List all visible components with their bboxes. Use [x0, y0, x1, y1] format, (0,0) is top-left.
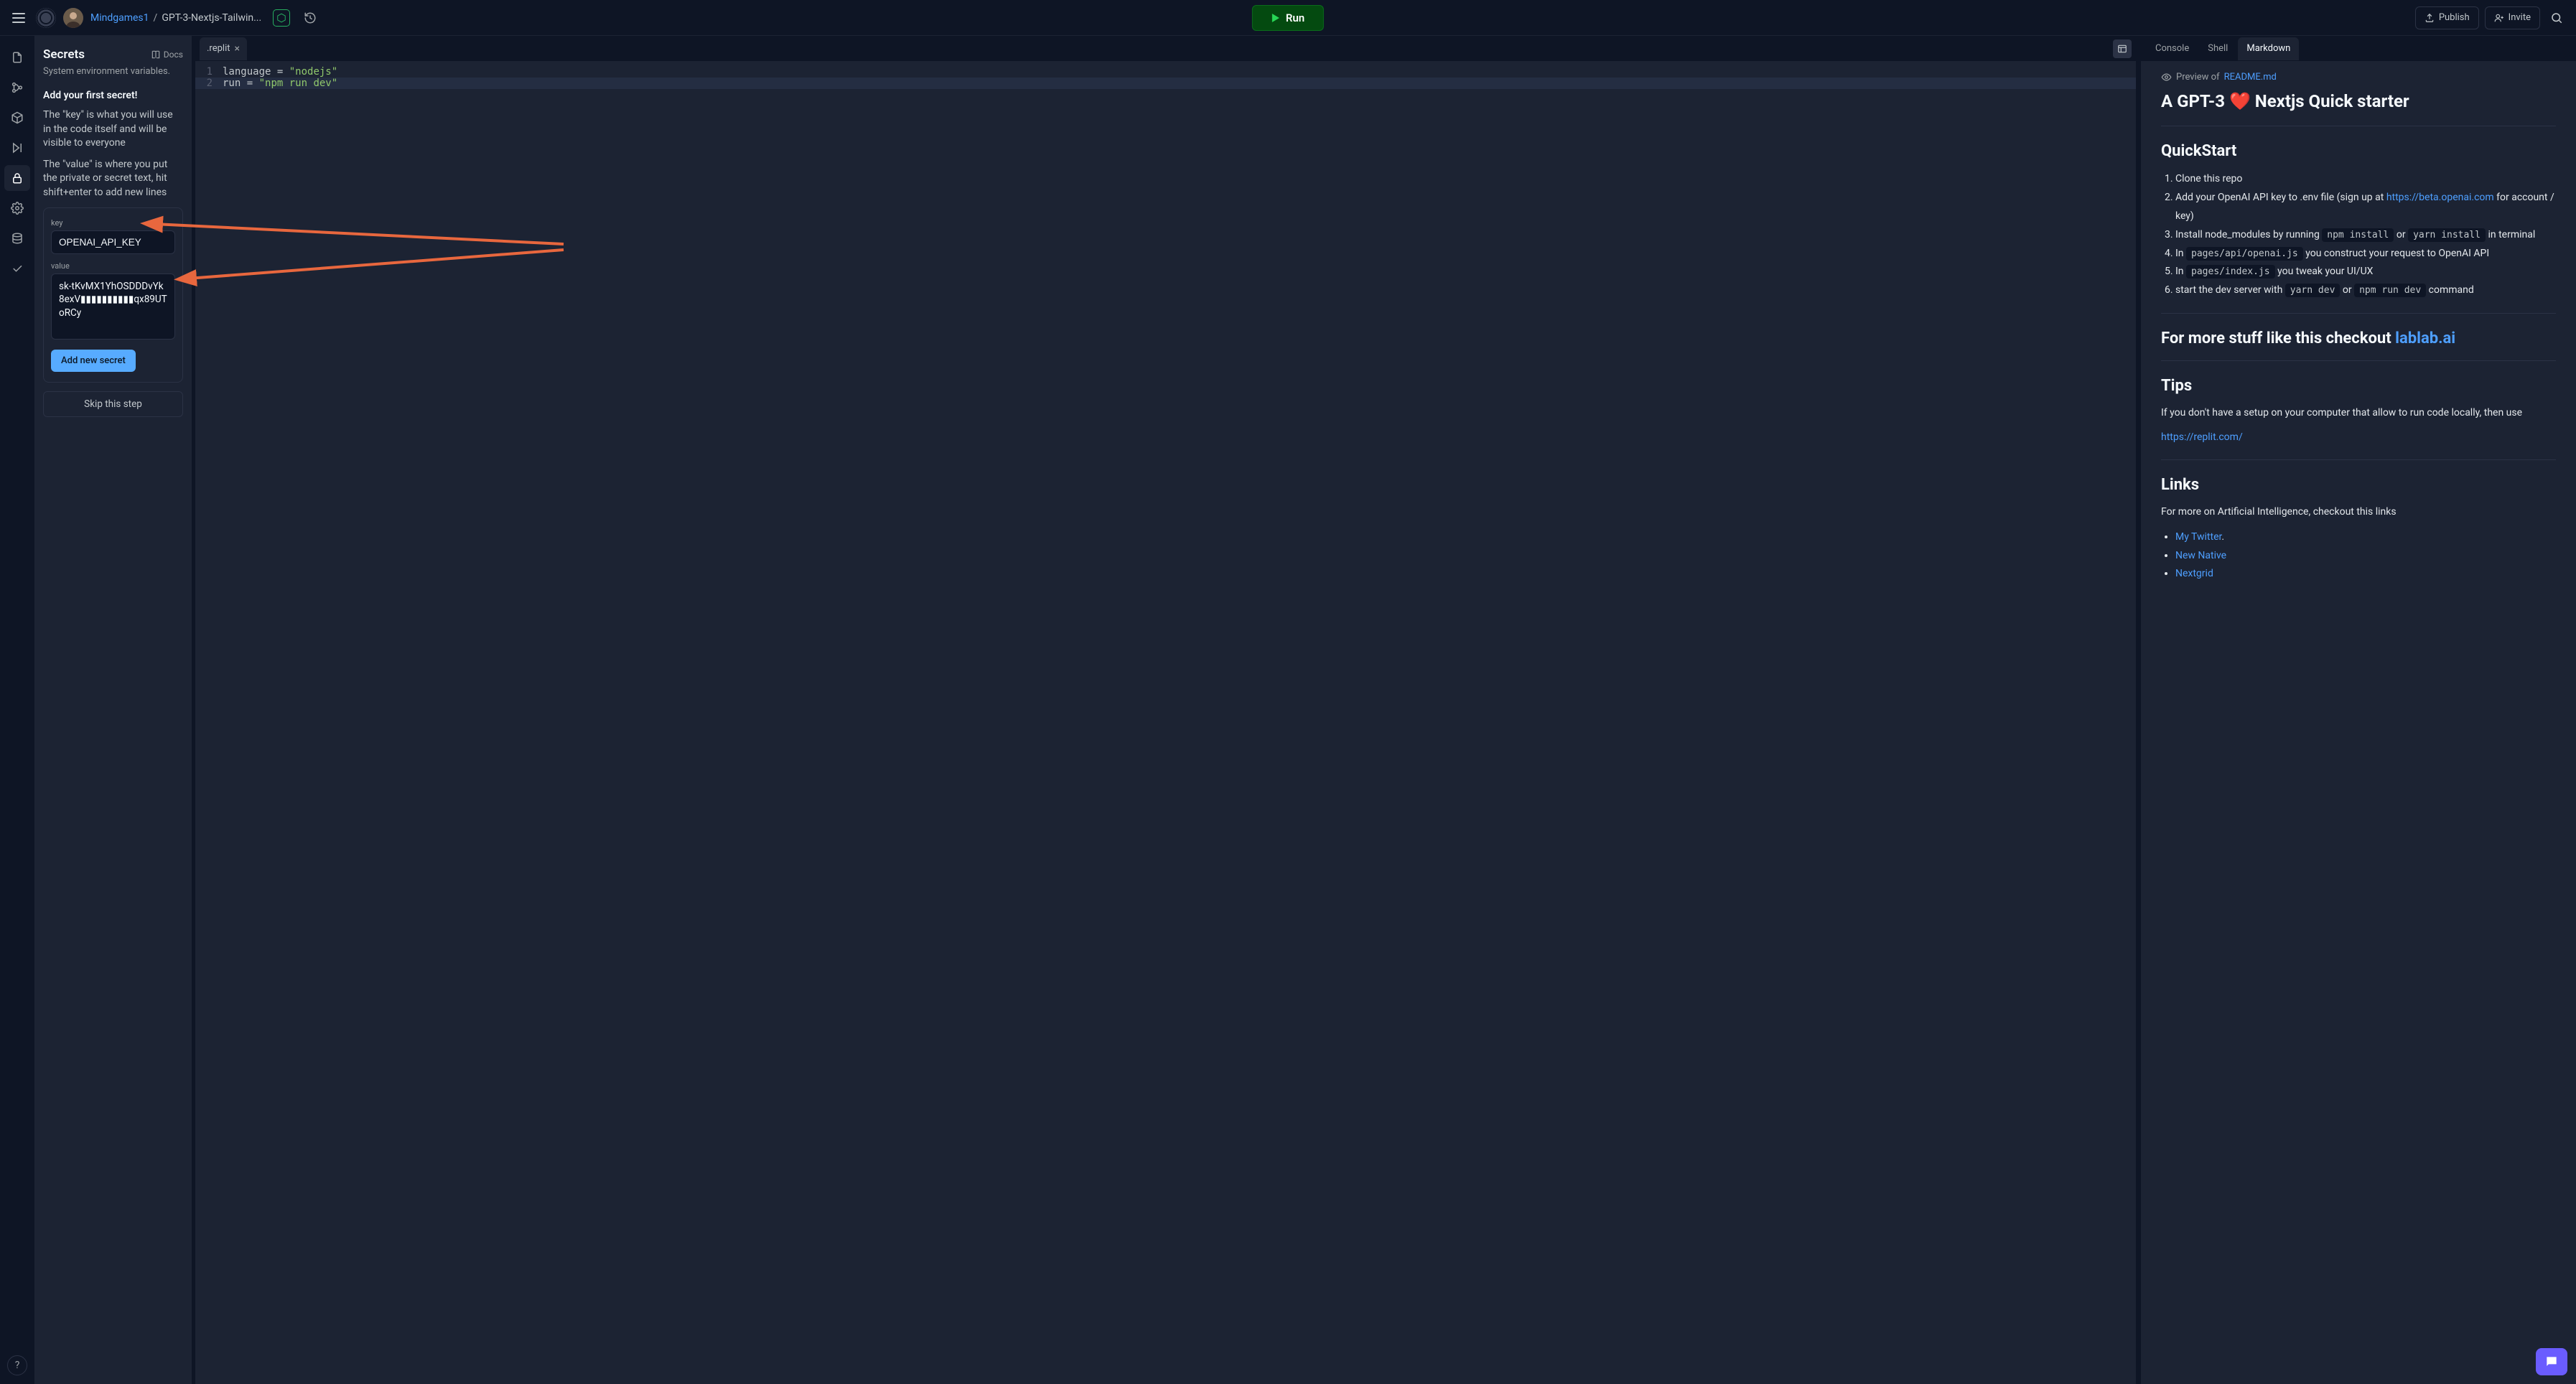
tab-shell[interactable]: Shell: [2199, 37, 2236, 60]
list-item: Add your OpenAI API key to .env file (si…: [2175, 189, 2556, 226]
quickstart-heading: QuickStart: [2161, 142, 2556, 160]
debugger-icon[interactable]: [4, 135, 30, 161]
tips-text: If you don't have a setup on your comput…: [2161, 405, 2556, 422]
database-icon[interactable]: [4, 225, 30, 251]
breadcrumb-user[interactable]: Mindgames1: [90, 12, 149, 24]
close-tab-icon[interactable]: ×: [234, 43, 239, 55]
twitter-link[interactable]: My Twitter: [2175, 531, 2221, 543]
list-item: start the dev server with yarn dev or np…: [2175, 281, 2556, 300]
preview-pane: Console Shell Markdown Preview of README…: [2141, 36, 2576, 1384]
editor-pane: .replit × 1language = "nodejs" 2run = "n…: [195, 36, 2137, 1384]
docs-link[interactable]: Docs: [151, 50, 183, 60]
run-button[interactable]: Run: [1252, 5, 1324, 31]
list-item: In pages/index.js you tweak your UI/UX: [2175, 263, 2556, 281]
secrets-subtitle: System environment variables.: [43, 66, 183, 77]
readme-link[interactable]: README.md: [2224, 72, 2277, 83]
avatar[interactable]: [63, 8, 83, 28]
hamburger-menu[interactable]: [9, 8, 29, 28]
tool-rail: ?: [0, 36, 34, 1384]
secrets-icon[interactable]: [4, 165, 30, 191]
settings-icon[interactable]: [4, 195, 30, 221]
value-input[interactable]: sk-tKvMX1YhOSDDDvYk8exV▮▮▮▮▮▮▮▮▮▮qx89UTo…: [51, 273, 175, 340]
header: Mindgames1 / GPT-3-Nextjs-Tailwin... Run…: [0, 0, 2576, 36]
more-heading: For more stuff like this checkout lablab…: [2161, 329, 2556, 347]
editor-tab-replit[interactable]: .replit ×: [200, 37, 247, 60]
tips-heading: Tips: [2161, 377, 2556, 395]
list-item: Nextgrid: [2175, 565, 2556, 584]
key-label: key: [51, 218, 175, 228]
replit-logo-icon[interactable]: [36, 8, 56, 28]
secrets-title: Secrets: [43, 47, 85, 62]
publish-button[interactable]: Publish: [2415, 6, 2479, 29]
markdown-preview: Preview of README.md A GPT-3 ❤️ Nextjs Q…: [2141, 62, 2576, 1384]
add-secret-button[interactable]: Add new secret: [51, 350, 136, 372]
check-icon[interactable]: [4, 256, 30, 281]
version-control-icon[interactable]: [4, 75, 30, 100]
page-title: A GPT-3 ❤️ Nextjs Quick starter: [2161, 91, 2556, 111]
tab-console[interactable]: Console: [2147, 37, 2198, 60]
eye-icon: [2161, 72, 2172, 83]
run-label: Run: [1286, 11, 1305, 24]
lablab-link[interactable]: lablab.ai: [2395, 329, 2455, 347]
breadcrumb-project[interactable]: GPT-3-Nextjs-Tailwin...: [162, 12, 261, 24]
secrets-heading: Add your first secret!: [43, 90, 183, 101]
value-label: value: [51, 261, 175, 271]
secrets-panel: Secrets Docs System environment variable…: [34, 36, 192, 1384]
preview-meta: Preview of README.md: [2161, 72, 2556, 83]
layout-toggle-icon[interactable]: [2113, 39, 2132, 58]
invite-button[interactable]: Invite: [2485, 6, 2540, 29]
list-item: My Twitter.: [2175, 528, 2556, 547]
list-item: Install node_modules by running npm inst…: [2175, 226, 2556, 245]
replit-link[interactable]: https://replit.com/: [2161, 431, 2243, 443]
search-icon: [2550, 11, 2563, 24]
breadcrumb: Mindgames1 / GPT-3-Nextjs-Tailwin...: [90, 12, 261, 24]
list-item: In pages/api/openai.js you construct you…: [2175, 245, 2556, 263]
upload-icon: [2425, 13, 2435, 23]
list-item: Clone this repo: [2175, 170, 2556, 189]
history-icon[interactable]: [300, 8, 320, 28]
skip-step-button[interactable]: Skip this step: [43, 391, 183, 417]
openai-link[interactable]: https://beta.openai.com: [2386, 192, 2494, 203]
files-icon[interactable]: [4, 45, 30, 70]
list-item: New Native: [2175, 547, 2556, 566]
user-plus-icon: [2494, 13, 2504, 23]
links-heading: Links: [2161, 476, 2556, 494]
nodejs-badge-icon[interactable]: [273, 9, 290, 27]
packages-icon[interactable]: [4, 105, 30, 131]
book-icon: [151, 50, 161, 60]
links-intro: For more on Artificial Intelligence, che…: [2161, 504, 2556, 521]
key-input[interactable]: [51, 230, 175, 254]
secret-form: key value sk-tKvMX1YhOSDDDvYk8exV▮▮▮▮▮▮▮…: [43, 207, 183, 383]
newnative-link[interactable]: New Native: [2175, 550, 2226, 561]
tab-markdown[interactable]: Markdown: [2238, 37, 2299, 60]
code-editor[interactable]: 1language = "nodejs" 2run = "npm run dev…: [195, 62, 2136, 1384]
help-icon[interactable]: ?: [7, 1355, 27, 1375]
nextgrid-link[interactable]: Nextgrid: [2175, 568, 2213, 579]
secrets-para-key: The "key" is what you will use in the co…: [43, 108, 183, 151]
preview-tabs: Console Shell Markdown: [2141, 36, 2576, 62]
editor-tabs: .replit ×: [195, 36, 2136, 62]
secrets-para-value: The "value" is where you put the private…: [43, 158, 183, 200]
chat-icon: [2544, 1355, 2559, 1369]
chat-fab[interactable]: [2536, 1348, 2567, 1375]
search-button[interactable]: [2546, 7, 2567, 29]
